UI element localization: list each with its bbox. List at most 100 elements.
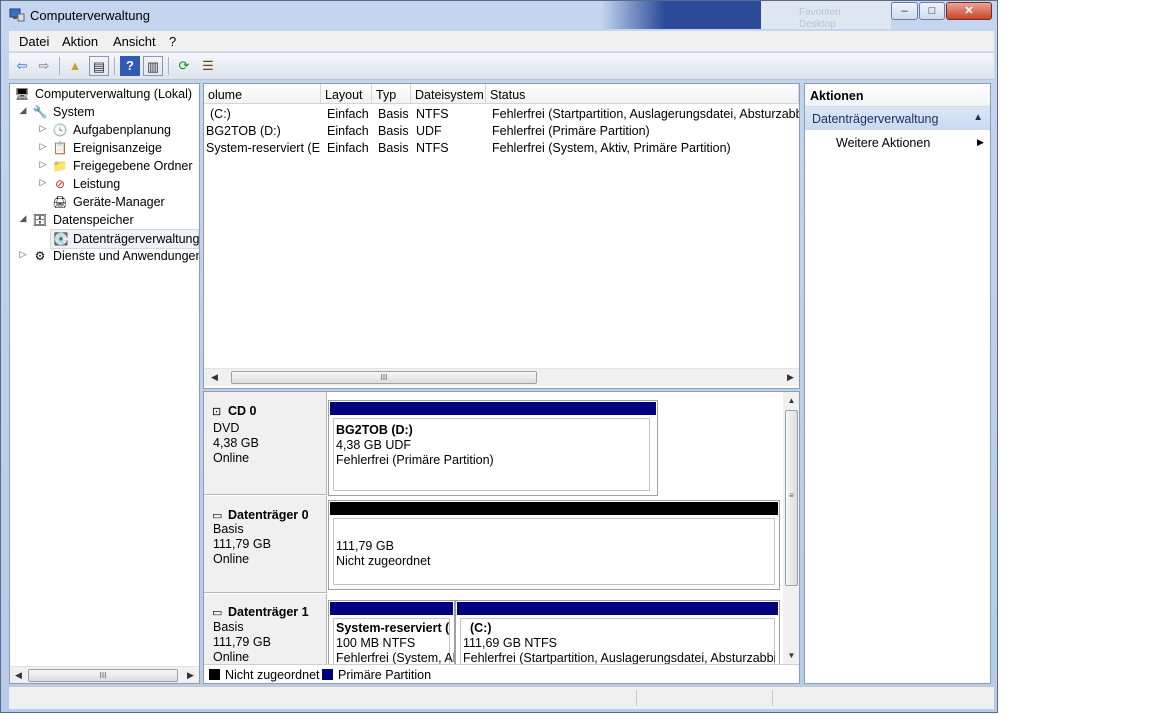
scroll-left-icon[interactable]: ◀ <box>10 667 27 683</box>
help-button[interactable]: ? <box>120 56 140 76</box>
event-viewer-icon: 📋 <box>52 141 68 155</box>
computer-management-window: Computerverwaltung Favoriten Desktop – □… <box>0 0 998 713</box>
partition-title: (C:) <box>470 621 492 635</box>
partition-unallocated[interactable]: 111,79 GB Nicht zugeordnet <box>328 500 780 590</box>
toolbar-separator <box>114 57 115 75</box>
grip-icon: ≡ <box>789 491 794 500</box>
tree-item-computerverwaltung[interactable]: 🖥 Computerverwaltung (Lokal) <box>12 85 197 103</box>
tree-item-aufgabenplanung[interactable]: ▷ 🕓 Aufgabenplanung <box>38 121 198 139</box>
show-hide-console-tree-button[interactable]: ▤ <box>89 56 109 76</box>
expand-arrow-icon[interactable]: ▷ <box>38 159 48 170</box>
menu-datei[interactable]: Datei <box>19 34 49 49</box>
grip-icon: III <box>380 373 388 382</box>
tree-item-freigegebene-ordner[interactable]: ▷ 📁 Freigegebene Ordner <box>38 157 198 175</box>
forward-button[interactable]: ⇨ <box>34 56 54 76</box>
partition-system-reserved[interactable]: System-reserviert ( 100 MB NTFS Fehlerfr… <box>328 600 455 670</box>
scroll-right-icon[interactable]: ▶ <box>182 667 199 683</box>
up-one-level-button[interactable]: ▲ <box>65 56 85 76</box>
column-header-volume[interactable]: olume <box>204 84 321 104</box>
actions-header-label: Aktionen <box>810 89 864 103</box>
expand-arrow-icon[interactable]: ▷ <box>38 141 48 152</box>
dvd-drive-icon: ⊡ <box>212 406 222 418</box>
disk-size: 4,38 GB <box>213 436 259 450</box>
disk-view-vertical-scrollbar[interactable]: ▲ ≡ ▼ <box>783 392 799 664</box>
submenu-arrow-icon: ▶ <box>977 137 984 147</box>
collapse-arrow-icon[interactable]: ◢ <box>18 213 28 224</box>
tree-item-leistung[interactable]: ▷ ⊘ Leistung <box>38 175 198 193</box>
partition-bg2tob[interactable]: BG2TOB (D:) 4,38 GB UDF Fehlerfrei (Prim… <box>328 400 658 496</box>
disk-name: ▭ Datenträger 0 <box>212 508 309 522</box>
tree-item-label: Datenspeicher <box>53 213 134 227</box>
properties-button[interactable]: ☰ <box>198 56 218 76</box>
menu-help[interactable]: ? <box>169 34 176 49</box>
scroll-right-icon[interactable]: ▶ <box>782 369 799 386</box>
show-hide-action-pane-button[interactable]: ▥ <box>143 56 163 76</box>
volume-cell: (C:) <box>210 107 231 121</box>
partition-c[interactable]: (C:) 111,69 GB NTFS Fehlerfrei (Startpar… <box>455 600 780 670</box>
type-cell: Basis <box>378 107 409 121</box>
volume-list-horizontal-scrollbar[interactable]: ◀ III ▶ <box>204 368 799 386</box>
disk-size: 111,79 GB <box>213 537 271 551</box>
tree-item-label: System <box>53 105 95 119</box>
expand-arrow-icon[interactable]: ▷ <box>38 177 48 188</box>
toolbar: ⇦ ⇨ ▲ ▤ ? ▥ ⟳ ☰ <box>9 53 994 80</box>
scroll-thumb[interactable]: III <box>28 669 178 682</box>
collapse-up-icon[interactable]: ▲ <box>973 112 983 123</box>
tree-item-datenspeicher[interactable]: ◢ 🗄 Datenspeicher <box>18 211 198 229</box>
tree-item-dienste-und-anwendungen[interactable]: ▷ ⚙ Dienste und Anwendungen <box>18 247 199 265</box>
background-window-text: Favoriten <box>799 7 841 18</box>
column-header-dateisystem[interactable]: Dateisystem <box>411 84 486 104</box>
device-manager-icon: 🖨 <box>52 195 68 209</box>
partition-inner <box>333 518 775 585</box>
column-header-typ[interactable]: Typ <box>372 84 411 104</box>
column-header-status[interactable]: Status <box>486 84 799 104</box>
back-button[interactable]: ⇦ <box>12 56 32 76</box>
disk-name: ▭ Datenträger 1 <box>212 605 309 619</box>
actions-header: Aktionen <box>805 84 990 107</box>
disk-status: Online <box>213 451 250 465</box>
tree-item-label: Ereignisanzeige <box>73 141 162 155</box>
column-header-layout[interactable]: Layout <box>321 84 372 104</box>
maximize-icon: □ <box>928 5 936 17</box>
refresh-button[interactable]: ⟳ <box>174 56 194 76</box>
tree-item-label: Freigegebene Ordner <box>73 159 193 173</box>
background-window-text: Desktop <box>799 19 836 30</box>
scroll-thumb[interactable]: ≡ <box>785 410 798 586</box>
disk-label-datentraeger0[interactable]: ▭ Datenträger 0 Basis 111,79 GB Online <box>204 496 327 593</box>
actions-section-datentraegerverwaltung[interactable]: Datenträgerverwaltung ▲ <box>805 107 990 130</box>
title-bar[interactable]: Computerverwaltung Favoriten Desktop – □… <box>1 1 997 30</box>
close-icon: ✕ <box>964 5 974 17</box>
scroll-thumb[interactable]: III <box>231 371 537 384</box>
filesystem-cell: NTFS <box>416 107 449 121</box>
tree-horizontal-scrollbar[interactable]: ◀ III ▶ <box>10 666 199 683</box>
properties-icon: ☰ <box>202 58 214 73</box>
collapse-arrow-icon[interactable]: ◢ <box>18 105 28 116</box>
disk-status: Online <box>213 552 250 566</box>
minimize-button[interactable]: – <box>891 2 918 20</box>
tree-item-ereignisanzeige[interactable]: ▷ 📋 Ereignisanzeige <box>38 139 198 157</box>
column-label: Typ <box>376 88 397 102</box>
disk-label-cd0[interactable]: ⊡ CD 0 DVD 4,38 GB Online <box>204 392 327 495</box>
disk-label-datentraeger1[interactable]: ▭ Datenträger 1 Basis 111,79 GB Online <box>204 594 327 666</box>
window-title: Computerverwaltung <box>30 8 150 23</box>
tree-item-datentraegerverwaltung[interactable]: 💽 Datenträgerverwaltung <box>50 229 199 249</box>
menu-ansicht[interactable]: Ansicht <box>113 34 156 49</box>
menu-aktion[interactable]: Aktion <box>62 34 98 49</box>
expand-arrow-icon[interactable]: ▷ <box>18 249 28 260</box>
disk-management-icon: 💽 <box>53 232 69 246</box>
partition-size: 100 MB NTFS <box>336 636 416 650</box>
status-cell: Fehlerfrei (System, Aktiv, Primäre Parti… <box>492 141 731 155</box>
close-button[interactable]: ✕ <box>946 2 992 20</box>
type-cell: Basis <box>378 124 409 138</box>
weitere-aktionen-item[interactable]: Weitere Aktionen <box>836 136 930 150</box>
tree-item-geraete-manager[interactable]: 🖨 Geräte-Manager <box>38 193 198 211</box>
hard-disk-icon: ▭ <box>212 510 223 522</box>
expand-arrow-icon[interactable]: ▷ <box>38 123 48 134</box>
maximize-button[interactable]: □ <box>919 2 945 20</box>
scroll-left-icon[interactable]: ◀ <box>206 369 223 386</box>
scroll-down-icon[interactable]: ▼ <box>783 647 799 664</box>
tree-item-label: Computerverwaltung (Lokal) <box>35 87 193 101</box>
partition-status: Nicht zugeordnet <box>336 554 431 568</box>
scroll-up-icon[interactable]: ▲ <box>783 392 799 409</box>
tree-item-system[interactable]: ◢ 🔧 System <box>18 103 198 121</box>
